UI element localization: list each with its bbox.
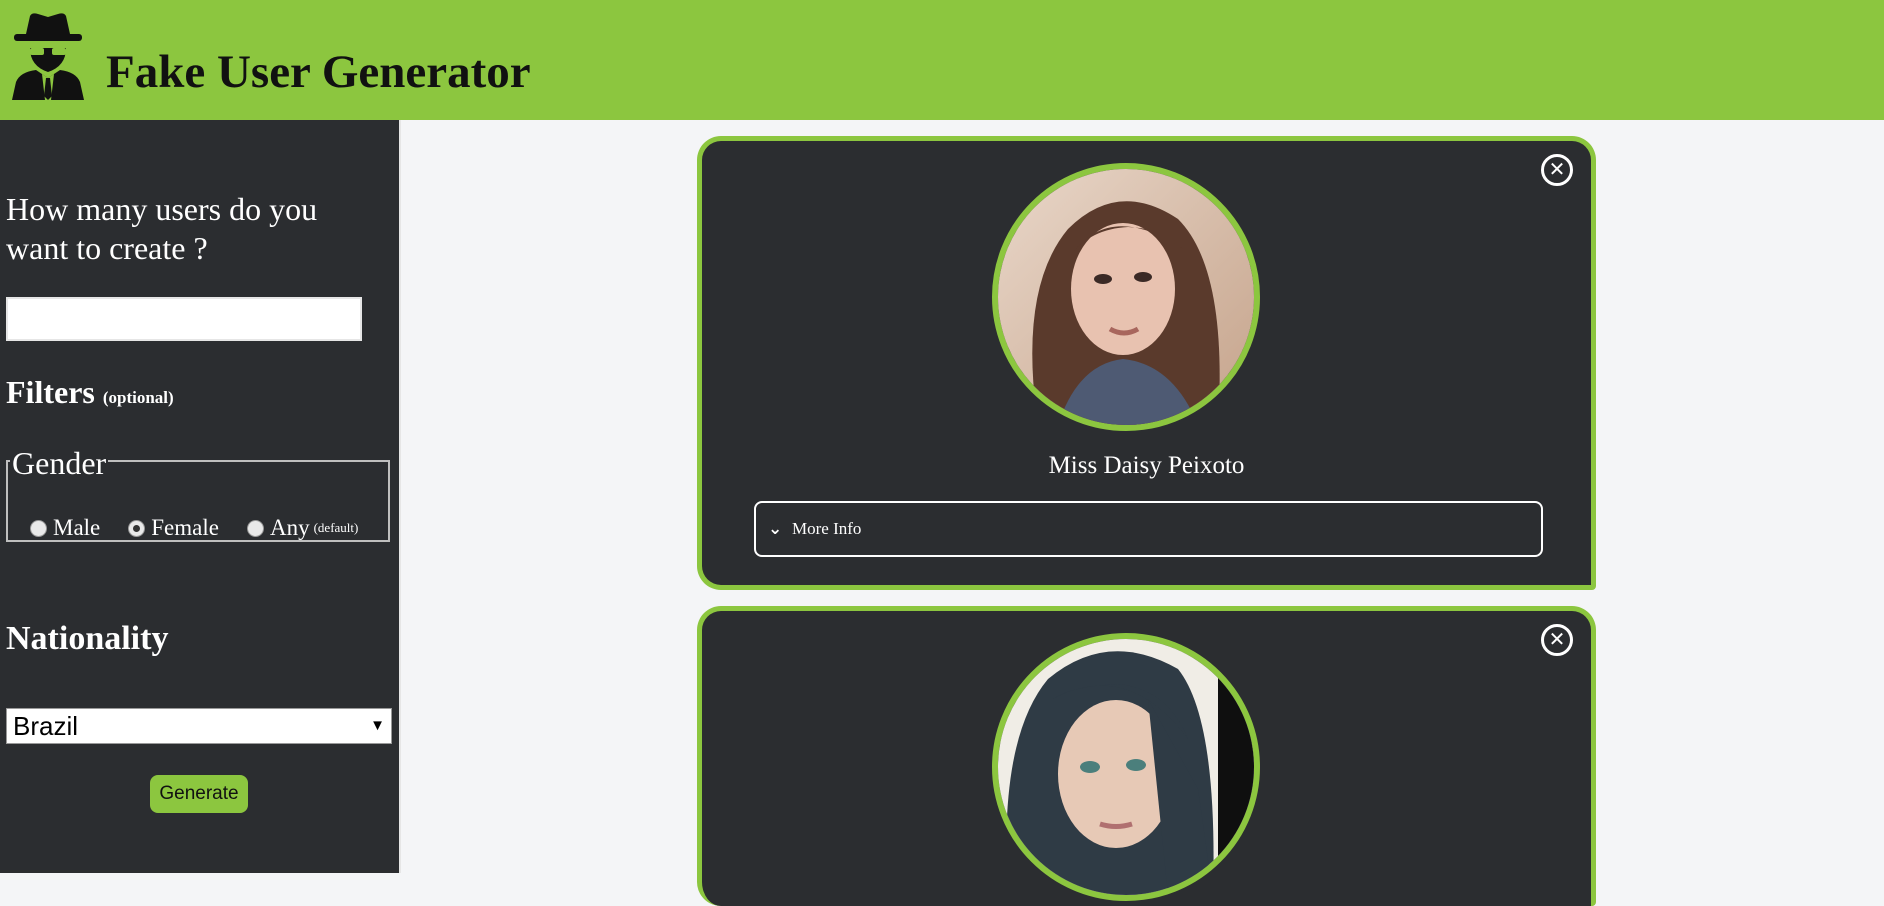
nationality-selected-value: Brazil (13, 711, 79, 741)
user-card: ✕ Miss Daisy Peixoto ⌄ More Info (697, 136, 1596, 590)
gender-radio-group: Male Female Any (default) (30, 515, 386, 541)
chevron-down-icon: ⌄ (768, 519, 783, 539)
nationality-heading: Nationality (6, 620, 169, 657)
filters-heading-label: Filters (6, 374, 95, 410)
gender-option-male[interactable]: Male (30, 515, 100, 541)
gender-option-label: Female (151, 515, 219, 540)
nationality-select[interactable]: Brazil ▼ (6, 708, 392, 744)
radio-any[interactable] (246, 519, 264, 537)
user-photo (998, 169, 1254, 425)
filters-optional-note: (optional) (102, 388, 174, 407)
user-name: Miss Daisy Peixoto (1048, 452, 1245, 479)
dropdown-arrow-icon: ▼ (370, 717, 385, 734)
avatar (992, 633, 1260, 901)
more-info-toggle[interactable]: ⌄ More Info (754, 501, 1543, 557)
header: Fake User Generator (0, 0, 1884, 120)
app-title: Fake User Generator (106, 46, 531, 98)
generate-button[interactable]: Generate (150, 775, 248, 813)
close-icon[interactable]: ✕ (1541, 154, 1573, 186)
sidebar: How many users do you want to create ? F… (0, 120, 401, 873)
user-count-question: How many users do you want to create ? (6, 191, 318, 266)
close-icon[interactable]: ✕ (1541, 624, 1573, 656)
gender-default-note: (default) (313, 520, 359, 535)
gender-option-female[interactable]: Female (128, 515, 219, 541)
user-photo (998, 639, 1254, 895)
gender-option-any[interactable]: Any (default) (246, 515, 359, 541)
gender-legend: Gender (10, 445, 109, 482)
avatar (992, 163, 1260, 431)
more-info-label: More Info (792, 519, 862, 538)
radio-male[interactable] (30, 519, 47, 537)
radio-female[interactable] (128, 519, 146, 537)
gender-option-label: Any (269, 515, 310, 540)
gender-option-label: Male (53, 515, 101, 540)
spy-icon (12, 13, 84, 100)
user-card: ✕ (697, 606, 1596, 906)
user-count-input[interactable] (6, 297, 362, 341)
filters-heading: Filters (optional) (6, 374, 174, 411)
